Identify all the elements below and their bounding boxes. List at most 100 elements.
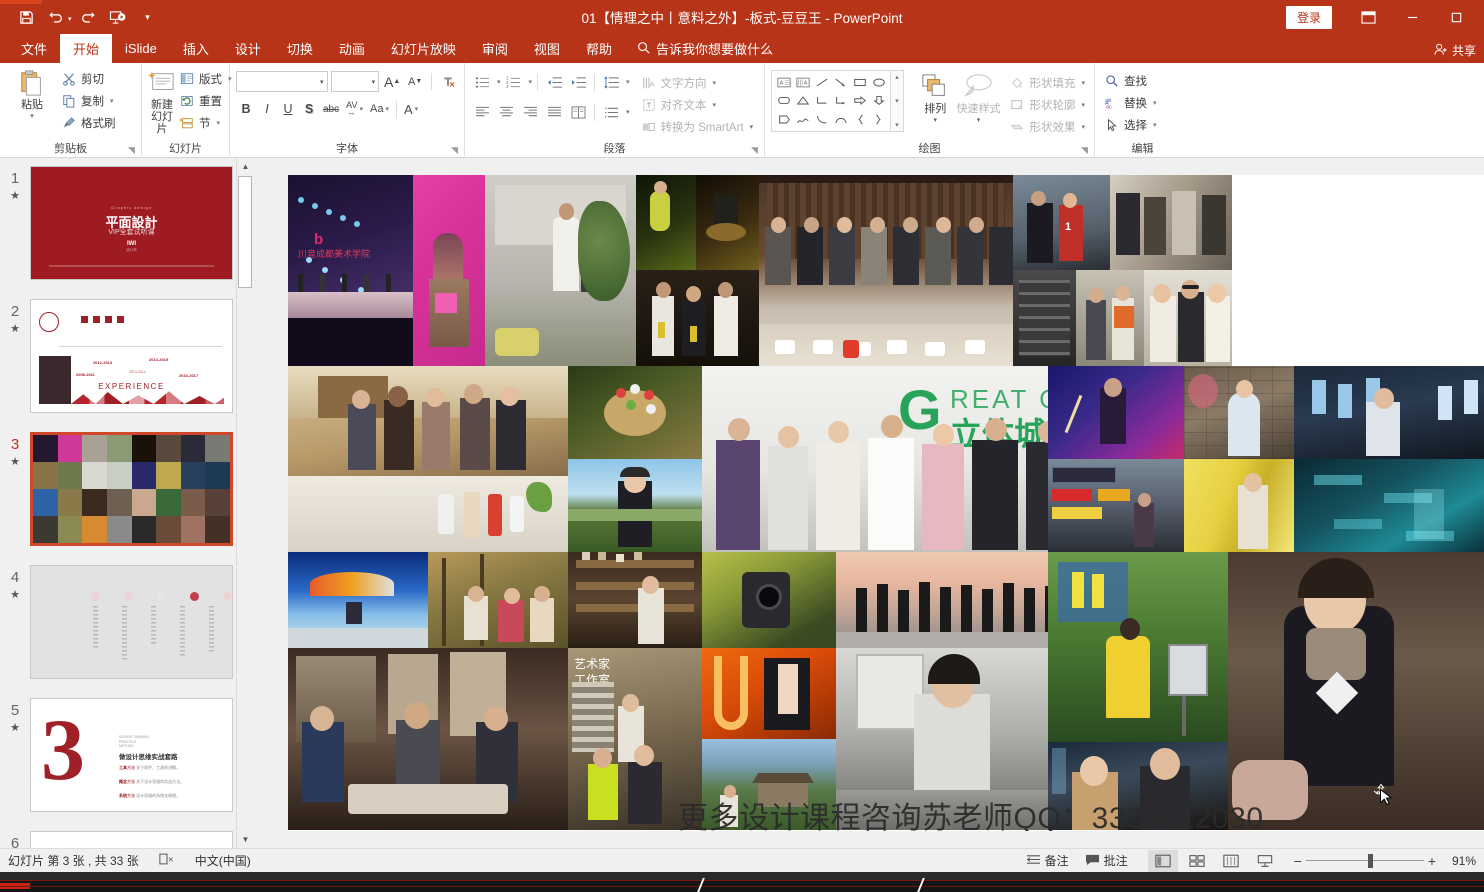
- shape-down-arrow[interactable]: [869, 92, 888, 111]
- slide-canvas-pane[interactable]: b 川音成都美术学院 1 REAT G 艺术家 工作室 更多设计课程咨询苏老师Q…: [270, 158, 1484, 848]
- shape-triangle[interactable]: [793, 92, 812, 111]
- thumbnail-slide-5[interactable]: 5 ★ 3 DESIGN THINKING PRACTICE METHOD 做设计思…: [0, 698, 253, 812]
- numbering-dropdown-icon[interactable]: ▾: [529, 78, 533, 86]
- arrange-button[interactable]: 排列 ▾: [914, 70, 956, 124]
- convert-smartart-button[interactable]: 转换为 SmartArt ▾: [638, 116, 757, 137]
- align-right-button[interactable]: [519, 102, 541, 123]
- arrange-dropdown-icon[interactable]: ▾: [933, 116, 937, 124]
- shape-rectangle[interactable]: [850, 73, 869, 92]
- clipboard-dialog-launcher-icon[interactable]: ◥: [128, 146, 137, 155]
- align-left-button[interactable]: [471, 102, 493, 123]
- shape-fill-button[interactable]: 形状填充 ▾: [1006, 72, 1088, 93]
- thumbnail-slide-1[interactable]: 1 ★ Graphic design 平面設計 VIP全套试听课 IWI 设计师: [0, 166, 253, 280]
- thumbnail-scrollbar[interactable]: ▲ ▼: [236, 158, 253, 848]
- new-slide-button[interactable]: 新建 幻灯片: [148, 66, 176, 136]
- char-spacing-dropdown-icon[interactable]: ▾: [359, 105, 363, 113]
- tab-file[interactable]: 文件: [8, 34, 60, 63]
- underline-button[interactable]: U: [278, 99, 298, 120]
- align-center-button[interactable]: [495, 102, 517, 123]
- maximize-button[interactable]: [1434, 3, 1478, 31]
- shape-pentagon[interactable]: [774, 110, 793, 129]
- align-text-dropdown-icon[interactable]: ▾: [713, 101, 717, 109]
- text-shadow-button[interactable]: S: [299, 99, 319, 120]
- shape-textbox[interactable]: A: [774, 73, 793, 92]
- thumb-frame-2[interactable]: 2012-2013 2014-2015 2008-2011 2013-2014 …: [30, 299, 233, 413]
- columns-button[interactable]: [567, 102, 589, 123]
- shape-vertical-textbox[interactable]: A: [793, 73, 812, 92]
- gallery-expand-icon[interactable]: ▾: [895, 121, 899, 129]
- tell-me-search[interactable]: 告诉我你想要做什么: [625, 34, 785, 63]
- align-text-button[interactable]: 对齐文本 ▾: [638, 94, 757, 115]
- shape-line[interactable]: [812, 73, 831, 92]
- select-button[interactable]: 选择 ▾: [1101, 114, 1160, 135]
- thumbnail-slide-3[interactable]: 3 ★: [0, 432, 253, 546]
- quick-styles-button[interactable]: 快速样式 ▾: [956, 70, 1000, 124]
- tab-help[interactable]: 帮助: [573, 34, 625, 63]
- layout-button[interactable]: 版式 ▾: [176, 68, 235, 89]
- paste-dropdown-icon[interactable]: ▾: [30, 112, 34, 120]
- shape-elbow-arrow[interactable]: [831, 92, 850, 111]
- thumb-frame-1[interactable]: Graphic design 平面設計 VIP全套试听课 IWI 设计师: [30, 166, 233, 280]
- copy-dropdown-icon[interactable]: ▾: [110, 97, 114, 105]
- shape-outline-button[interactable]: 形状轮廓 ▾: [1006, 94, 1088, 115]
- shape-arrow[interactable]: [831, 73, 850, 92]
- shape-right-brace[interactable]: [869, 110, 888, 129]
- cut-button[interactable]: 剪切: [58, 68, 119, 89]
- shape-left-brace[interactable]: [850, 110, 869, 129]
- tab-design[interactable]: 设计: [222, 34, 274, 63]
- line-spacing-dropdown-icon[interactable]: ▾: [626, 78, 630, 86]
- shape-elbow-connector[interactable]: [812, 92, 831, 111]
- shapes-gallery[interactable]: A A: [771, 70, 891, 132]
- change-case-dropdown-icon[interactable]: ▾: [385, 105, 389, 113]
- zoom-slider-handle[interactable]: [1367, 853, 1373, 868]
- decrease-indent-button[interactable]: [543, 72, 565, 93]
- grow-font-button[interactable]: A ▲: [382, 71, 402, 92]
- character-spacing-button[interactable]: AV ↔ ▾: [343, 99, 366, 120]
- format-painter-button[interactable]: 格式刷: [58, 112, 119, 133]
- font-name-input[interactable]: ▾: [236, 71, 328, 92]
- shape-fill-dropdown-icon[interactable]: ▾: [1081, 79, 1085, 87]
- line-spacing-button[interactable]: [600, 72, 622, 93]
- normal-view-button[interactable]: [1147, 849, 1178, 872]
- strikethrough-button[interactable]: abc: [320, 99, 342, 120]
- section-button[interactable]: 节 ▾: [176, 112, 235, 133]
- bullets-dropdown-icon[interactable]: ▾: [497, 78, 501, 86]
- numbering-button[interactable]: 123: [503, 72, 525, 93]
- sign-in-button[interactable]: 登录: [1285, 5, 1332, 29]
- font-color-dropdown-icon[interactable]: ▾: [415, 105, 419, 113]
- shape-right-arrow[interactable]: [850, 92, 869, 111]
- font-color-button[interactable]: A ▾: [401, 99, 421, 120]
- text-direction-dropdown-icon[interactable]: ▾: [713, 79, 717, 87]
- gallery-scroll-up-icon[interactable]: ▴: [895, 73, 899, 81]
- minimize-button[interactable]: [1390, 3, 1434, 31]
- columns-dropdown-icon[interactable]: ▾: [626, 108, 630, 116]
- quick-styles-dropdown-icon[interactable]: ▾: [977, 116, 981, 124]
- font-size-input[interactable]: ▾: [330, 71, 380, 92]
- slide-counter[interactable]: 幻灯片 第 3 张 , 共 33 张: [8, 852, 139, 869]
- drawing-dialog-launcher-icon[interactable]: ◥: [1081, 146, 1090, 155]
- zoom-in-button[interactable]: +: [1428, 853, 1436, 869]
- thumb-frame-3[interactable]: [30, 432, 233, 546]
- gallery-scroll-down-icon[interactable]: ▾: [895, 97, 899, 105]
- notes-button[interactable]: 备注: [1026, 852, 1069, 869]
- shape-outline-dropdown-icon[interactable]: ▾: [1081, 101, 1085, 109]
- select-dropdown-icon[interactable]: ▾: [1153, 121, 1157, 129]
- paste-button[interactable]: 粘贴 ▾: [6, 66, 58, 136]
- paragraph-dialog-launcher-icon[interactable]: ◥: [751, 146, 760, 155]
- clear-formatting-button[interactable]: [438, 71, 458, 92]
- share-button[interactable]: 共享: [1434, 42, 1476, 59]
- shape-effects-button[interactable]: 形状效果 ▾: [1006, 116, 1088, 137]
- slide-thumbnail-pane[interactable]: 1 ★ Graphic design 平面設計 VIP全套试听课 IWI 设计师…: [0, 158, 253, 848]
- thumb-frame-4[interactable]: [30, 565, 233, 679]
- reading-view-button[interactable]: [1216, 850, 1246, 872]
- shape-ellipse[interactable]: [869, 73, 888, 92]
- thumbnail-scroll-down-icon[interactable]: ▼: [237, 831, 253, 848]
- thumbnail-slide-2[interactable]: 2 ★ 2012-2013 2014-2015 2008-2011 2013-2…: [0, 299, 253, 413]
- tab-animations[interactable]: 动画: [326, 34, 378, 63]
- current-slide[interactable]: b 川音成都美术学院 1 REAT G 艺术家 工作室 更多设计课程咨询苏老师Q…: [288, 175, 1484, 831]
- zoom-level-label[interactable]: 91%: [1440, 854, 1476, 868]
- copy-button[interactable]: 复制 ▾: [58, 90, 119, 111]
- shape-arc[interactable]: [831, 110, 850, 129]
- justify-button[interactable]: [543, 102, 565, 123]
- smartart-dropdown-icon[interactable]: ▾: [750, 123, 754, 131]
